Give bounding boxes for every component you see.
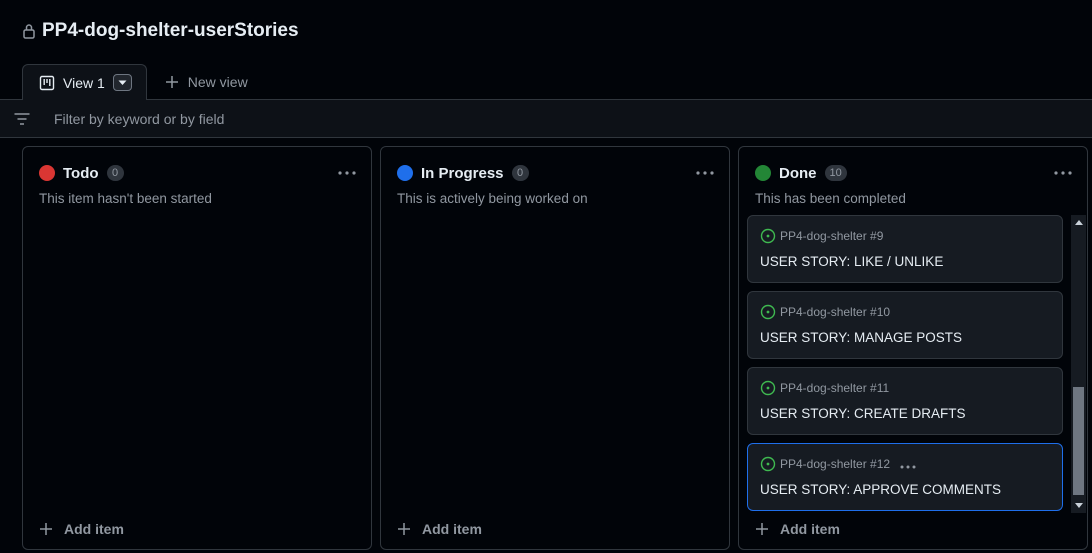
caret-down-icon [118, 80, 127, 85]
issue-card[interactable]: PP4-dog-shelter #10 USER STORY: MANAGE P… [747, 291, 1063, 359]
issue-open-icon [760, 304, 776, 320]
issue-open-icon [760, 380, 776, 396]
lock-icon [22, 23, 36, 39]
issue-open-icon [760, 228, 776, 244]
scrollbar[interactable] [1071, 215, 1086, 513]
column-header: Done 10 [755, 163, 1077, 183]
kebab-horizontal-icon [900, 465, 916, 468]
column-menu-button[interactable] [333, 163, 361, 183]
view-tabs: View 1 New view [22, 63, 252, 101]
scrollbar-thumb[interactable] [1073, 387, 1084, 495]
card-meta: PP4-dog-shelter #11 [760, 380, 889, 396]
column-done: Done 10 This has been completed PP4-dog-… [738, 146, 1088, 550]
column-menu-button[interactable] [1049, 163, 1077, 183]
plus-icon [755, 522, 769, 536]
tab-label: View 1 [63, 74, 105, 91]
card-meta: PP4-dog-shelter #12 [760, 456, 916, 472]
card-repo-ref[interactable]: PP4-dog-shelter #10 [780, 305, 890, 319]
count-badge: 0 [106, 165, 124, 181]
kebab-horizontal-icon [696, 171, 714, 175]
card-meta: PP4-dog-shelter #9 [760, 228, 883, 244]
status-dot-icon [39, 165, 55, 181]
column-description: This has been completed [755, 191, 906, 206]
view-options-button[interactable] [112, 74, 132, 91]
issue-card[interactable]: PP4-dog-shelter #11 USER STORY: CREATE D… [747, 367, 1063, 435]
column-name: Done [779, 164, 817, 182]
card-repo-ref[interactable]: PP4-dog-shelter #12 [780, 457, 890, 471]
kebab-horizontal-icon [338, 171, 356, 175]
plus-icon [39, 522, 53, 536]
filter-input[interactable] [52, 109, 652, 128]
plus-icon [165, 75, 179, 89]
card-repo-ref[interactable]: PP4-dog-shelter #11 [780, 381, 889, 395]
project-header: PP4-dog-shelter-userStories View 1 New v… [0, 0, 1092, 101]
add-item-button[interactable]: Add item [755, 521, 840, 537]
add-item-label: Add item [780, 521, 840, 537]
column-header: Todo 0 [39, 163, 361, 183]
issue-card[interactable]: PP4-dog-shelter #9 USER STORY: LIKE / UN… [747, 215, 1063, 283]
card-meta: PP4-dog-shelter #10 [760, 304, 890, 320]
scroll-up-arrow-icon[interactable] [1071, 215, 1086, 230]
card-title[interactable]: USER STORY: APPROVE COMMENTS [760, 482, 1001, 497]
scroll-down-arrow-icon[interactable] [1071, 498, 1086, 513]
plus-icon [397, 522, 411, 536]
filter-icon[interactable] [14, 112, 30, 126]
column-todo: Todo 0 This item hasn't been started Add… [22, 146, 372, 550]
column-name: In Progress [421, 164, 504, 182]
column-header: In Progress 0 [397, 163, 719, 183]
card-title[interactable]: USER STORY: LIKE / UNLIKE [760, 254, 943, 269]
count-badge: 10 [824, 165, 847, 181]
add-item-label: Add item [64, 521, 124, 537]
column-in-progress: In Progress 0 This is actively being wor… [380, 146, 730, 550]
status-dot-icon [755, 165, 771, 181]
kebab-horizontal-icon [1054, 171, 1072, 175]
column-description: This is actively being worked on [397, 191, 588, 206]
column-menu-button[interactable] [691, 163, 719, 183]
column-name: Todo [63, 164, 99, 182]
new-view-button[interactable]: New view [161, 63, 252, 100]
issue-open-icon [760, 456, 776, 472]
card-title[interactable]: USER STORY: MANAGE POSTS [760, 330, 962, 345]
new-view-label: New view [187, 73, 248, 90]
filter-bar [0, 100, 1092, 138]
card-title[interactable]: USER STORY: CREATE DRAFTS [760, 406, 966, 421]
page-title: PP4-dog-shelter-userStories [42, 20, 299, 41]
add-item-label: Add item [422, 521, 482, 537]
board-icon [39, 75, 55, 91]
column-description: This item hasn't been started [39, 191, 212, 206]
card-list: PP4-dog-shelter #9 USER STORY: LIKE / UN… [747, 215, 1063, 515]
title-row: PP4-dog-shelter-userStories [22, 18, 299, 44]
tab-view-1[interactable]: View 1 [22, 64, 147, 101]
status-dot-icon [397, 165, 413, 181]
issue-card-selected[interactable]: PP4-dog-shelter #12 USER STORY: APPROVE … [747, 443, 1063, 511]
board: Todo 0 This item hasn't been started Add… [0, 138, 1092, 553]
card-repo-ref[interactable]: PP4-dog-shelter #9 [780, 229, 883, 243]
count-badge: 0 [511, 165, 529, 181]
card-menu-button[interactable] [900, 457, 916, 472]
add-item-button[interactable]: Add item [397, 521, 482, 537]
add-item-button[interactable]: Add item [39, 521, 124, 537]
